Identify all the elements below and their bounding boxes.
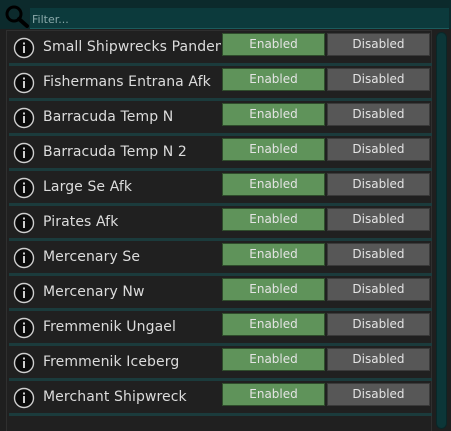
enabled-button[interactable]: Enabled xyxy=(222,33,325,56)
plugin-name: Fremmenik Iceberg xyxy=(43,354,180,370)
info-icon[interactable] xyxy=(13,387,35,409)
enabled-button[interactable]: Enabled xyxy=(222,103,325,126)
enabled-button[interactable]: Enabled xyxy=(222,383,325,406)
plugin-name: Large Se Afk xyxy=(43,179,133,195)
disabled-button[interactable]: Disabled xyxy=(327,33,430,56)
enabled-button[interactable]: Enabled xyxy=(222,68,325,91)
enabled-button[interactable]: Enabled xyxy=(222,278,325,301)
disabled-button[interactable]: Disabled xyxy=(327,138,430,161)
enabled-button[interactable]: Enabled xyxy=(222,208,325,231)
plugin-row: Mercenary Nw Enabled Disabled xyxy=(6,276,432,311)
plugin-row: Barracuda Temp N 2 Enabled Disabled xyxy=(6,136,432,171)
disabled-button[interactable]: Disabled xyxy=(327,68,430,91)
plugin-list-panel: Small Shipwrecks Pandem... Enabled Disab… xyxy=(0,0,451,431)
search-icon xyxy=(5,5,29,28)
info-icon[interactable] xyxy=(13,142,35,164)
plugin-name: Barracuda Temp N xyxy=(43,109,174,125)
info-icon[interactable] xyxy=(13,352,35,374)
disabled-button[interactable]: Disabled xyxy=(327,383,430,406)
plugin-name: Mercenary Se xyxy=(43,249,141,265)
info-icon[interactable] xyxy=(13,72,35,94)
disabled-button[interactable]: Disabled xyxy=(327,208,430,231)
plugin-row: Fremmenik Ungael Enabled Disabled xyxy=(6,311,432,346)
plugin-row: Mercenary Se Enabled Disabled xyxy=(6,241,432,276)
row-divider xyxy=(9,413,432,416)
info-icon[interactable] xyxy=(13,247,35,269)
enabled-button[interactable]: Enabled xyxy=(222,173,325,196)
scrollbar-thumb[interactable] xyxy=(436,32,447,429)
disabled-button[interactable]: Disabled xyxy=(327,348,430,371)
plugin-name: Fishermans Entrana Afk xyxy=(43,74,211,90)
info-icon[interactable] xyxy=(13,282,35,304)
disabled-button[interactable]: Disabled xyxy=(327,313,430,336)
plugin-row: Large Se Afk Enabled Disabled xyxy=(6,171,432,206)
plugin-name: Small Shipwrecks Pandem... xyxy=(43,39,221,55)
enabled-button[interactable]: Enabled xyxy=(222,243,325,266)
info-icon[interactable] xyxy=(13,317,35,339)
filter-bar xyxy=(0,0,451,29)
plugin-row: Merchant Shipwreck Enabled Disabled xyxy=(6,381,432,416)
plugin-name: Mercenary Nw xyxy=(43,284,145,300)
enabled-button[interactable]: Enabled xyxy=(222,348,325,371)
plugin-row: Barracuda Temp N Enabled Disabled xyxy=(6,101,432,136)
disabled-button[interactable]: Disabled xyxy=(327,173,430,196)
info-icon[interactable] xyxy=(13,37,35,59)
disabled-button[interactable]: Disabled xyxy=(327,243,430,266)
plugin-row: Fishermans Entrana Afk Enabled Disabled xyxy=(6,66,432,101)
disabled-button[interactable]: Disabled xyxy=(327,103,430,126)
plugin-name: Fremmenik Ungael xyxy=(43,319,176,335)
plugin-name: Barracuda Temp N 2 xyxy=(43,144,187,160)
plugin-row: Fremmenik Iceberg Enabled Disabled xyxy=(6,346,432,381)
disabled-button[interactable]: Disabled xyxy=(327,278,430,301)
info-icon[interactable] xyxy=(13,212,35,234)
plugin-name: Merchant Shipwreck xyxy=(43,389,187,405)
info-icon[interactable] xyxy=(13,177,35,199)
plugin-name: Pirates Afk xyxy=(43,214,119,230)
plugin-row: Small Shipwrecks Pandem... Enabled Disab… xyxy=(6,31,432,66)
enabled-button[interactable]: Enabled xyxy=(222,138,325,161)
filter-input[interactable] xyxy=(30,8,449,29)
enabled-button[interactable]: Enabled xyxy=(222,313,325,336)
plugin-row: Pirates Afk Enabled Disabled xyxy=(6,206,432,241)
info-icon[interactable] xyxy=(13,107,35,129)
